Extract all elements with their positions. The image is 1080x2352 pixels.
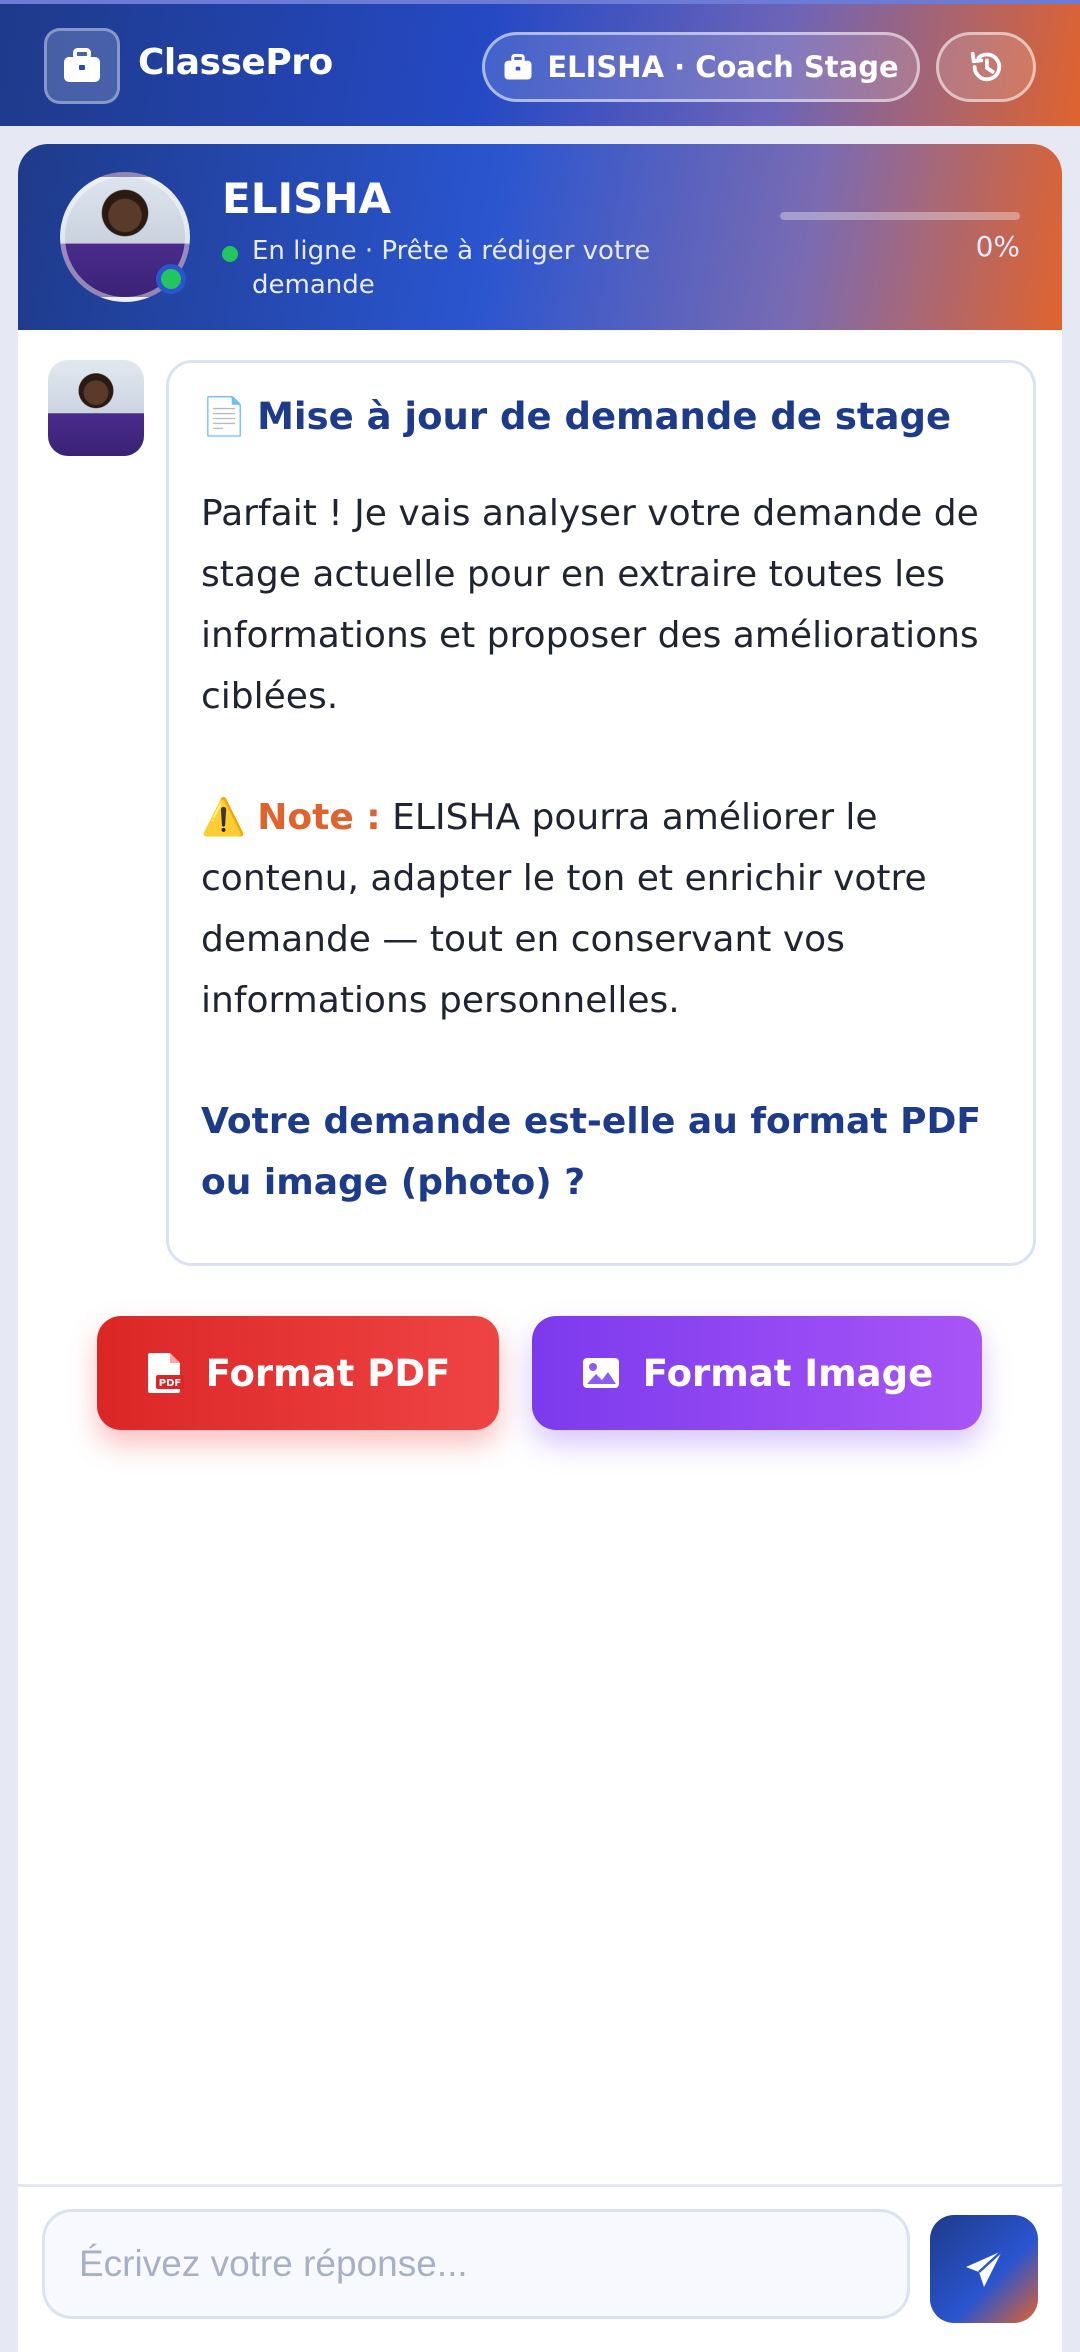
online-status-dot [156, 264, 186, 294]
briefcase-icon [64, 48, 100, 82]
message-title-text: Mise à jour de demande de stage [257, 395, 952, 438]
format-pdf-label: Format PDF [205, 1351, 451, 1395]
coach-name: ELISHA [222, 174, 391, 223]
reply-input[interactable] [42, 2209, 910, 2319]
coach-status: En ligne · Prête à rédiger votre demande [222, 234, 702, 302]
message-title: 📄 Mise à jour de demande de stage [201, 393, 1001, 441]
app-brand: ClassePro [138, 42, 333, 83]
message-note: ⚠️ Note : ELISHA pourra améliorer le con… [201, 787, 1001, 1031]
coach-message-bubble: 📄 Mise à jour de demande de stage Parfai… [166, 360, 1036, 1266]
document-icon: 📄 [201, 395, 248, 438]
app-logo[interactable] [44, 28, 120, 104]
message-composer [18, 2184, 1062, 2352]
svg-text:PDF: PDF [158, 1378, 180, 1389]
online-indicator [222, 246, 238, 262]
paper-plane-icon [966, 2250, 1003, 2287]
coach-label: ELISHA · Coach Stage [547, 50, 899, 84]
note-label: Note : [257, 797, 381, 838]
briefcase-icon [504, 53, 532, 79]
progress-bar [780, 212, 1020, 220]
message-avatar [48, 360, 144, 456]
chat-panel: ELISHA En ligne · Prête à rédiger votre … [18, 144, 1062, 2184]
warning-icon: ⚠️ [201, 797, 246, 838]
coach-status-text: En ligne · Prête à rédiger votre demande [252, 236, 651, 300]
progress-label: 0% [975, 230, 1020, 263]
history-icon [970, 51, 1002, 82]
send-button[interactable] [930, 2215, 1038, 2323]
format-image-label: Format Image [642, 1351, 934, 1395]
message-paragraph: Parfait ! Je vais analyser votre demande… [201, 493, 979, 717]
image-icon [582, 1358, 619, 1388]
top-bar: ClassePro ELISHA · Coach Stage [0, 0, 1080, 126]
format-pdf-button[interactable]: PDF Format PDF [97, 1316, 499, 1430]
file-pdf-icon: PDF [147, 1353, 184, 1393]
history-button[interactable] [936, 32, 1036, 102]
coach-selector-button[interactable]: ELISHA · Coach Stage [482, 32, 920, 102]
coach-profile-header: ELISHA En ligne · Prête à rédiger votre … [18, 144, 1062, 330]
message-question: Votre demande est-elle au format PDF ou … [201, 1101, 981, 1203]
format-image-button[interactable]: Format Image [532, 1316, 982, 1430]
